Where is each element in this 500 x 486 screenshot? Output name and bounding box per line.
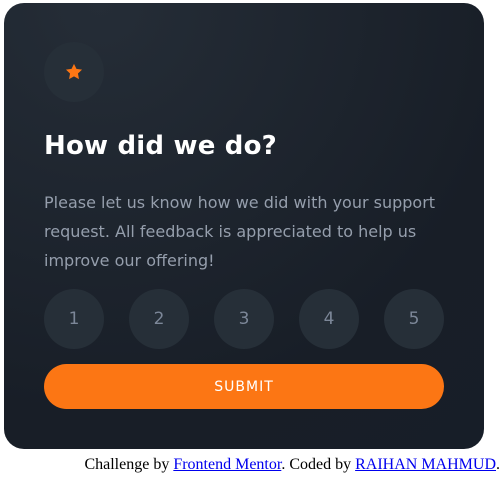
author-link[interactable]: RAIHAN MAHMUD bbox=[355, 456, 496, 473]
rating-button-1[interactable]: 1 bbox=[44, 289, 104, 349]
rating-button-3[interactable]: 3 bbox=[214, 289, 274, 349]
rating-button-5[interactable]: 5 bbox=[384, 289, 444, 349]
attribution: Challenge by Frontend Mentor. Coded by R… bbox=[84, 455, 500, 475]
rating-options: 1 2 3 4 5 bbox=[44, 289, 444, 349]
rating-button-2[interactable]: 2 bbox=[129, 289, 189, 349]
card-title: How did we do? bbox=[44, 131, 277, 161]
attribution-suffix: . bbox=[496, 456, 500, 473]
rating-card: How did we do? Please let us know how we… bbox=[4, 3, 484, 449]
frontend-mentor-link[interactable]: Frontend Mentor bbox=[173, 456, 281, 473]
submit-button[interactable]: SUBMIT bbox=[44, 364, 444, 409]
rating-button-4[interactable]: 4 bbox=[299, 289, 359, 349]
star-badge bbox=[44, 42, 104, 102]
star-icon bbox=[65, 63, 83, 80]
attribution-prefix: Challenge by bbox=[84, 456, 174, 473]
card-description: Please let us know how we did with your … bbox=[44, 193, 436, 270]
attribution-middle: . Coded by bbox=[281, 456, 356, 473]
